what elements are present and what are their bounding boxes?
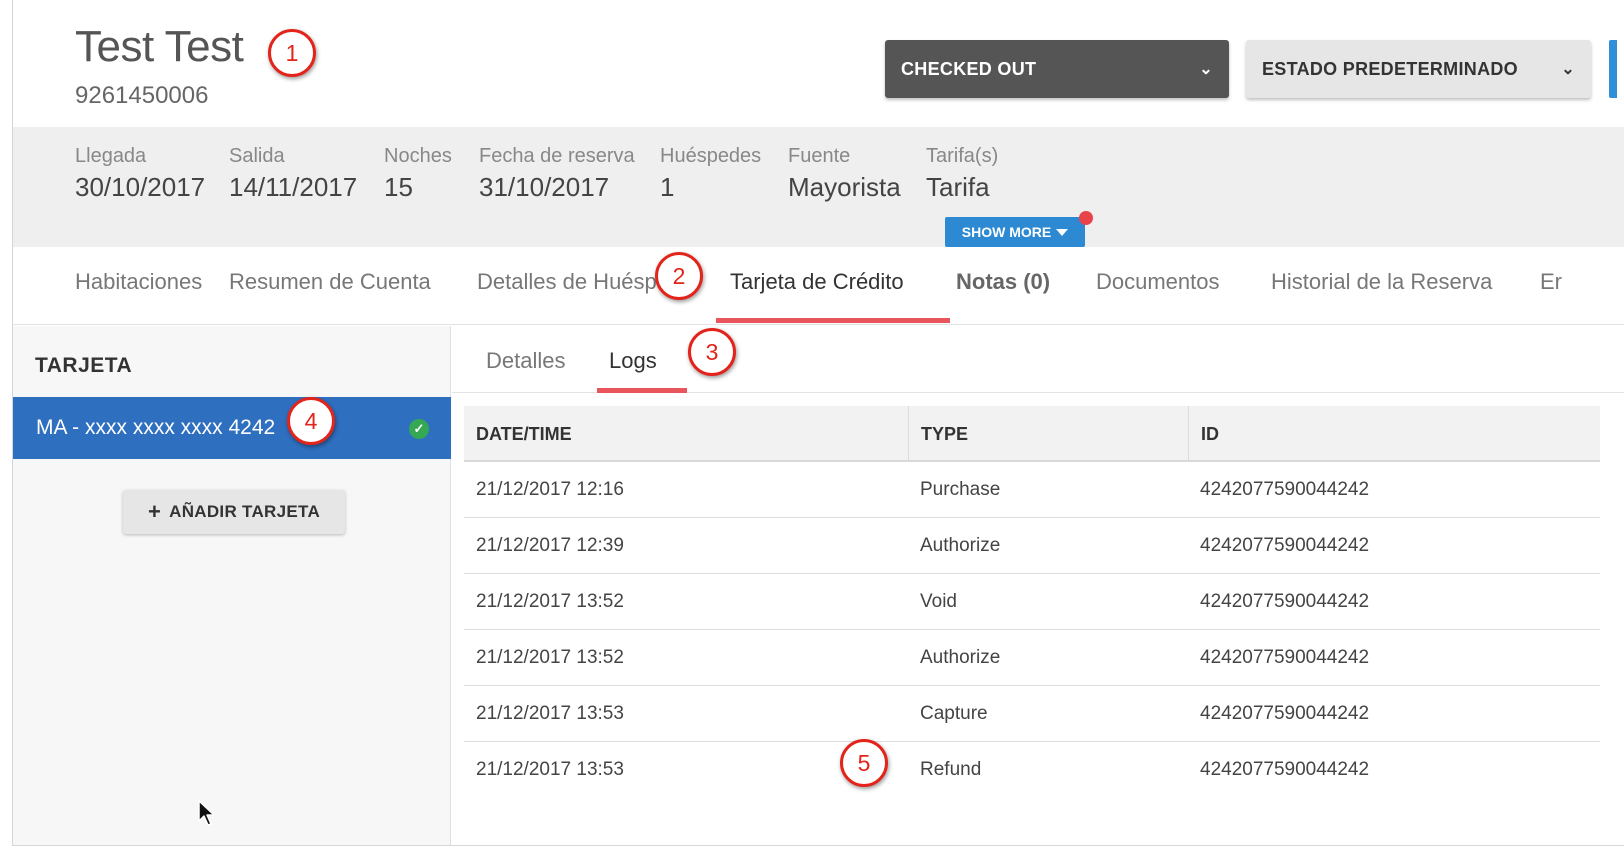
cell-id: 4242077590044242 — [1200, 703, 1370, 724]
tab-documentos[interactable]: Documentos — [1096, 269, 1220, 295]
status-dropdown[interactable]: CHECKED OUT ⌄ — [885, 40, 1229, 98]
cell-type: Authorize — [920, 535, 1001, 556]
cell-type: Authorize — [920, 647, 1001, 668]
logs-table: DATE/TIME TYPE ID 21/12/2017 12:16 Purch… — [464, 406, 1600, 798]
info-source: Fuente Mayorista — [788, 145, 901, 203]
active-tab-indicator — [716, 318, 950, 323]
card-label: MA - xxxx xxxx xxxx 4242 — [36, 416, 276, 439]
plus-icon: + — [147, 499, 162, 524]
info-rates: Tarifa(s) Tarifa — [926, 145, 998, 203]
card-sub-tabs: Detalles Logs — [452, 326, 1624, 393]
cell-type: Purchase — [920, 479, 1001, 500]
tab-habitaciones[interactable]: Habitaciones — [75, 269, 202, 295]
info-value: 14/11/2017 — [229, 172, 358, 202]
tab-resumen-cuenta[interactable]: Resumen de Cuenta — [229, 269, 431, 295]
add-card-label: AÑADIR TARJETA — [169, 502, 321, 521]
table-row: 21/12/2017 13:52 Void 4242077590044242 — [464, 574, 1600, 630]
column-header-id[interactable]: ID — [1188, 406, 1600, 462]
info-label: Huéspedes — [660, 145, 762, 167]
info-arrival: Llegada 30/10/2017 — [75, 145, 205, 203]
status-dropdown-label: CHECKED OUT — [901, 58, 1037, 79]
table-row: 21/12/2017 12:16 Purchase 42420775900442… — [464, 462, 1600, 518]
info-value: 31/10/2017 — [479, 172, 610, 202]
cell-id: 4242077590044242 — [1200, 591, 1370, 612]
info-label: Llegada — [75, 145, 147, 167]
info-departure: Salida 14/11/2017 — [229, 145, 357, 203]
info-label: Salida — [229, 145, 285, 167]
card-list-item[interactable]: MA - xxxx xxxx xxxx 4242 ✓ — [13, 397, 451, 459]
cell-id: 4242077590044242 — [1200, 535, 1370, 556]
cell-id: 4242077590044242 — [1200, 647, 1370, 668]
reservation-number: 9261450006 — [75, 82, 209, 109]
annotation-marker-1: 1 — [268, 29, 316, 77]
reservation-info-strip: Llegada 30/10/2017 Salida 14/11/2017 Noc… — [13, 127, 1624, 247]
caret-down-icon — [1056, 228, 1069, 236]
tab-detalles-huesped[interactable]: Detalles de Huésp — [477, 269, 657, 295]
annotation-marker-3: 3 — [688, 328, 736, 376]
card-panel: TARJETA MA - xxxx xxxx xxxx 4242 ✓ + AÑA… — [13, 326, 451, 845]
info-value: 15 — [384, 172, 413, 202]
column-header-datetime[interactable]: DATE/TIME — [464, 406, 908, 462]
action-button-edge[interactable] — [1609, 40, 1617, 98]
info-label: Tarifa(s) — [926, 145, 999, 167]
state-dropdown-label: ESTADO PREDETERMINADO — [1262, 58, 1518, 79]
table-row: 21/12/2017 12:39 Authorize 4242077590044… — [464, 518, 1600, 574]
annotation-marker-2: 2 — [655, 252, 703, 300]
cell-id: 4242077590044242 — [1200, 479, 1370, 500]
info-guests: Huéspedes 1 — [660, 145, 761, 203]
notification-dot — [1079, 211, 1093, 225]
check-circle-icon: ✓ — [409, 419, 429, 439]
subtab-logs[interactable]: Logs — [609, 348, 657, 374]
tab-overflow[interactable]: Er — [1540, 269, 1562, 295]
cell-datetime: 21/12/2017 13:53 — [476, 703, 624, 724]
show-more-label: SHOW MORE — [961, 224, 1052, 240]
tab-historial-reserva[interactable]: Historial de la Reserva — [1271, 269, 1492, 295]
cell-type: Capture — [920, 703, 988, 724]
info-label: Fecha de reserva — [479, 145, 635, 167]
table-header: DATE/TIME TYPE ID — [464, 406, 1600, 462]
cell-type: Refund — [920, 759, 982, 780]
table-row: 21/12/2017 13:53 Capture 424207759004424… — [464, 686, 1600, 742]
mouse-pointer-icon — [198, 800, 215, 826]
chevron-down-icon: ⌄ — [1561, 61, 1575, 78]
tab-notas[interactable]: Notas (0) — [956, 269, 1050, 295]
table-row: 21/12/2017 13:52 Authorize 4242077590044… — [464, 630, 1600, 686]
add-card-button[interactable]: + AÑADIR TARJETA — [123, 490, 345, 534]
active-subtab-indicator — [597, 388, 687, 393]
info-value: 30/10/2017 — [75, 172, 206, 202]
cell-datetime: 21/12/2017 13:52 — [476, 591, 624, 612]
guest-name: Test Test — [75, 22, 244, 71]
info-value: Mayorista — [788, 172, 901, 202]
chevron-down-icon: ⌄ — [1199, 61, 1213, 78]
info-nights: Noches 15 — [384, 145, 452, 203]
state-dropdown[interactable]: ESTADO PREDETERMINADO ⌄ — [1246, 40, 1591, 98]
reservation-window: Test Test 9261450006 CHECKED OUT ⌄ ESTAD… — [12, 0, 1624, 846]
info-label: Noches — [384, 145, 452, 167]
subtab-detalles[interactable]: Detalles — [486, 348, 565, 374]
cell-id: 4242077590044242 — [1200, 759, 1370, 780]
card-panel-title: TARJETA — [35, 354, 133, 377]
table-row: 21/12/2017 13:53 Refund 4242077590044242 — [464, 742, 1600, 798]
cell-datetime: 21/12/2017 13:52 — [476, 647, 624, 668]
tab-tarjeta-credito[interactable]: Tarjeta de Crédito — [730, 269, 904, 295]
info-label: Fuente — [788, 145, 851, 167]
cell-datetime: 21/12/2017 12:39 — [476, 535, 624, 556]
cell-type: Void — [920, 591, 957, 612]
column-header-type[interactable]: TYPE — [908, 406, 1188, 462]
annotation-marker-4: 4 — [287, 397, 335, 445]
main-tabs: Habitaciones Resumen de Cuenta Detalles … — [13, 247, 1624, 325]
info-value: Tarifa — [926, 172, 990, 202]
info-value: 1 — [660, 172, 675, 202]
show-more-button[interactable]: SHOW MORE — [945, 217, 1085, 247]
annotation-marker-5: 5 — [840, 739, 888, 787]
info-booking-date: Fecha de reserva 31/10/2017 — [479, 145, 635, 203]
cell-datetime: 21/12/2017 12:16 — [476, 479, 624, 500]
